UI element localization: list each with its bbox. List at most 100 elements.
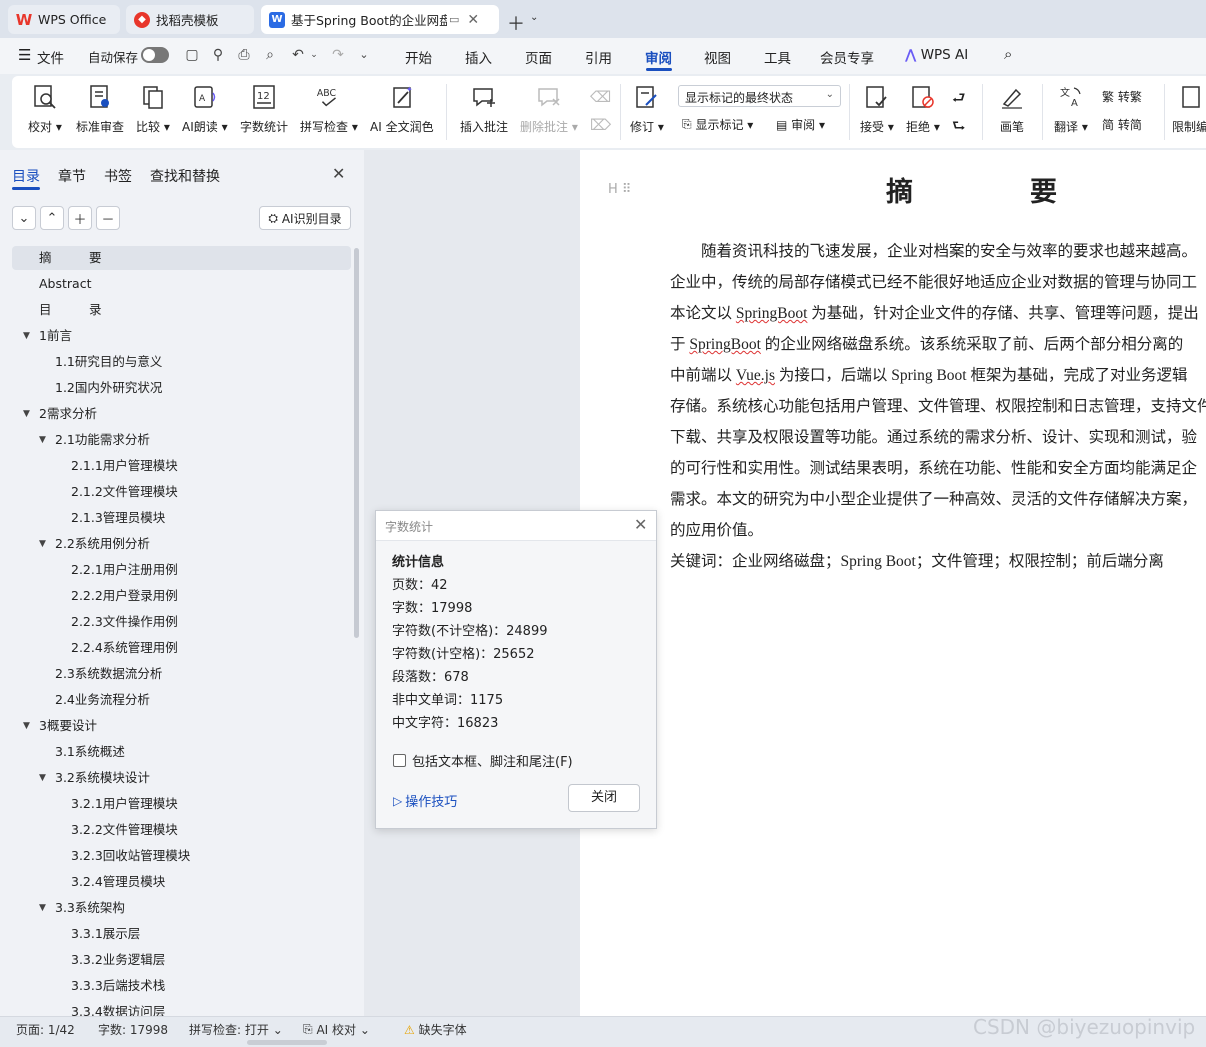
show-markup-button[interactable]: ⎘ 显示标记 ▾	[682, 116, 753, 133]
horizontal-scrollbar[interactable]	[247, 1040, 327, 1045]
tab-view[interactable]: 视图	[704, 47, 731, 67]
hamburger-icon[interactable]: ☰	[18, 46, 31, 64]
ai-polish-button[interactable]: ✦ AI 全文润色	[370, 82, 434, 135]
toc-item[interactable]: 2.4业务流程分析	[12, 688, 351, 712]
proofread-button[interactable]: 校对 ▾	[28, 82, 62, 135]
standard-review-button[interactable]: 标准审查	[76, 82, 124, 135]
expand-caret-icon[interactable]: ▼	[39, 428, 46, 452]
toc-item[interactable]: ▼ 3.2系统模块设计	[12, 766, 351, 790]
remove-heading-icon[interactable]: －	[96, 206, 120, 230]
status-ai-proofread[interactable]: ⎘ AI 校对 ⌄	[303, 1021, 370, 1038]
search-icon[interactable]: ⌕	[1004, 45, 1012, 63]
close-icon[interactable]: ✕	[332, 164, 345, 183]
expand-caret-icon[interactable]: ▼	[39, 532, 46, 556]
redo-icon[interactable]: ↷	[330, 47, 346, 63]
toc-item[interactable]: 2.1.1用户管理模块	[12, 454, 351, 478]
close-icon[interactable]: ✕	[634, 515, 647, 534]
toc-item[interactable]: 2.1.3管理员模块	[12, 506, 351, 530]
previous-change-icon[interactable]: ⮐	[952, 88, 966, 113]
tab-references[interactable]: 引用	[585, 47, 612, 67]
document-page[interactable]: H ⠿ 摘 要 随着资讯科技的飞速发展，企业对档案的安全与效率的要求也越来越高。…	[580, 150, 1206, 1016]
toc-item[interactable]: ▼ 2.2系统用例分析	[12, 532, 351, 556]
toc-item[interactable]: ▼ 3概要设计	[12, 714, 351, 738]
toc-item[interactable]: 3.2.4管理员模块	[12, 870, 351, 894]
include-textboxes-checkbox[interactable]: 包括文本框、脚注和尾注(F)	[393, 751, 573, 770]
toc-item[interactable]: 3.3.3后端技术栈	[12, 974, 351, 998]
expand-caret-icon[interactable]: ▼	[23, 324, 30, 348]
ai-toc-button[interactable]: ⛭ AI识别目录	[259, 206, 351, 230]
expand-caret-icon[interactable]: ▼	[39, 766, 46, 790]
review-pane-button[interactable]: ▤ 审阅 ▾	[776, 116, 825, 133]
expand-caret-icon[interactable]: ▼	[23, 402, 30, 426]
tab-docer[interactable]: ◆ 找稻壳模板	[126, 5, 254, 34]
track-changes-button[interactable]: 修订 ▾	[630, 82, 664, 135]
toc-item[interactable]: 2.2.1用户注册用例	[12, 558, 351, 582]
restrict-edit-button[interactable]: 限制编	[1172, 82, 1206, 135]
tab-page[interactable]: 页面	[525, 47, 552, 67]
heading-handle-icon[interactable]: H ⠿	[608, 182, 631, 197]
toc-item[interactable]: 3.1系统概述	[12, 740, 351, 764]
chevron-down-icon[interactable]: ⌄	[530, 12, 538, 23]
toc-item[interactable]: 3.2.1用户管理模块	[12, 792, 351, 816]
expand-down-icon[interactable]: ⌄	[12, 206, 36, 230]
toc-item[interactable]: 2.1.2文件管理模块	[12, 480, 351, 504]
tab-member[interactable]: 会员专享	[820, 47, 874, 67]
toc-item[interactable]: 摘 要	[12, 246, 351, 270]
collapse-up-icon[interactable]: ⌃	[40, 206, 64, 230]
add-heading-icon[interactable]: ＋	[68, 206, 92, 230]
print-preview-icon[interactable]: ⌕	[262, 47, 278, 63]
reject-button[interactable]: 拒绝 ▾	[906, 82, 940, 135]
toc-item[interactable]: 3.3.1展示层	[12, 922, 351, 946]
wps-ai-button[interactable]: ⋀ WPS AI	[905, 47, 968, 63]
tab-tools[interactable]: 工具	[764, 47, 791, 67]
tab-home[interactable]: 开始	[405, 47, 432, 67]
toc-item[interactable]: 3.3.4数据访问层	[12, 1000, 351, 1016]
toc-item[interactable]: 2.2.2用户登录用例	[12, 584, 351, 608]
nav-tab-sections[interactable]: 章节	[58, 166, 86, 186]
close-tab-icon[interactable]: ✕	[467, 12, 479, 28]
toc-item[interactable]: 2.3系统数据流分析	[12, 662, 351, 686]
word-count-button[interactable]: 12 字数统计	[240, 82, 288, 135]
toc-item[interactable]: 3.2.2文件管理模块	[12, 818, 351, 842]
toc-item[interactable]: 2.2.3文件操作用例	[12, 610, 351, 634]
tab-document[interactable]: W 基于Spring Boot的企业网盘 ▭ ✕	[261, 5, 499, 34]
ai-read-button[interactable]: A AI朗读 ▾	[182, 82, 228, 135]
tab-insert[interactable]: 插入	[465, 47, 492, 67]
pen-button[interactable]: 画笔	[998, 82, 1026, 135]
markup-display-select[interactable]: 显示标记的最终状态 ⌄	[678, 85, 841, 107]
nav-tab-toc[interactable]: 目录	[12, 166, 40, 186]
next-change-icon[interactable]: ⮑	[952, 116, 966, 141]
save-icon[interactable]: ▢	[184, 47, 200, 63]
nav-tab-find-replace[interactable]: 查找和替换	[150, 166, 220, 186]
next-comment-icon[interactable]: ⌦	[590, 116, 611, 134]
status-page[interactable]: 页面: 1/42	[16, 1021, 75, 1038]
nav-scrollbar[interactable]	[354, 248, 359, 638]
translate-button[interactable]: 文A 翻译 ▾	[1054, 82, 1088, 135]
checkbox-box[interactable]	[393, 754, 406, 767]
status-missing-font[interactable]: ⚠ 缺失字体	[404, 1021, 467, 1038]
toc-item[interactable]: ▼ 1前言	[12, 324, 351, 348]
undo-icon[interactable]: ↶	[290, 47, 306, 63]
to-simplified-button[interactable]: 简 转简	[1102, 116, 1142, 133]
status-spell-check[interactable]: 拼写检查: 打开 ⌄	[189, 1021, 283, 1038]
toc-item[interactable]: 3.3.2业务逻辑层	[12, 948, 351, 972]
spell-check-button[interactable]: ABC 拼写检查 ▾	[300, 82, 358, 135]
expand-caret-icon[interactable]: ▼	[39, 896, 46, 920]
undo-dropdown-icon[interactable]: ⌄	[306, 47, 322, 63]
toc-item[interactable]: ▼ 3.3系统架构	[12, 896, 351, 920]
status-word-count[interactable]: 字数: 17998	[98, 1021, 168, 1038]
menu-file[interactable]: 文件	[37, 47, 64, 67]
compare-button[interactable]: 比较 ▾	[136, 82, 170, 135]
to-traditional-button[interactable]: 繁 转繁	[1102, 88, 1142, 105]
autosave-toggle[interactable]	[141, 47, 169, 63]
delete-comment-button[interactable]: 删除批注 ▾	[520, 82, 578, 135]
accept-button[interactable]: 接受 ▾	[860, 82, 894, 135]
print-icon[interactable]: ⎙	[236, 47, 252, 63]
toc-item[interactable]: ▼ 2.1功能需求分析	[12, 428, 351, 452]
more-icon[interactable]: ⌄	[356, 47, 372, 63]
toc-item[interactable]: 1.1研究目的与意义	[12, 350, 351, 374]
toc-item[interactable]: ▼ 2需求分析	[12, 402, 351, 426]
insert-comment-button[interactable]: 插入批注	[460, 82, 508, 135]
new-tab-icon[interactable]: ＋	[507, 10, 525, 36]
previous-comment-icon[interactable]: ⌫	[590, 88, 611, 106]
